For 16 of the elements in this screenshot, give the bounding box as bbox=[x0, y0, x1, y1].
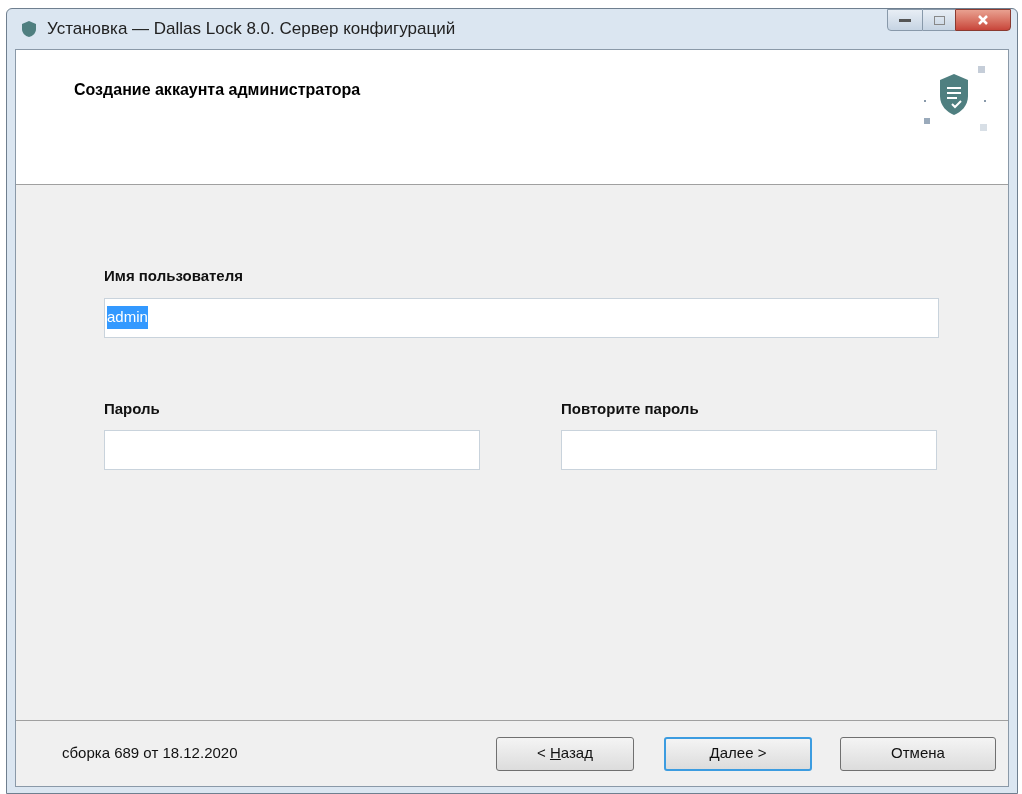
field-label: Повторите пароль bbox=[561, 398, 700, 419]
window-title: Установка — Dallas Lock 8.0. Сервер конфигураций bbox=[47, 18, 456, 41]
close-icon bbox=[977, 14, 989, 26]
close-button[interactable] bbox=[955, 9, 1011, 31]
minimize-button[interactable] bbox=[887, 9, 923, 31]
input-field[interactable] bbox=[561, 430, 937, 470]
field-label: Имя пользователя bbox=[104, 266, 244, 286]
page-title: Создание аккаунта администратора bbox=[74, 80, 361, 100]
input-field[interactable] bbox=[104, 430, 480, 470]
maximize-button[interactable] bbox=[923, 9, 955, 31]
build-info: сборка 689 от 18.12.2020 bbox=[62, 743, 238, 764]
shield-icon bbox=[19, 19, 39, 39]
wizard-button[interactable]: Отмена bbox=[840, 736, 996, 771]
field-label: Пароль bbox=[104, 398, 161, 419]
wizard-button[interactable]: < Назад bbox=[496, 736, 634, 771]
wizard-button[interactable]: Далее > bbox=[664, 736, 812, 771]
